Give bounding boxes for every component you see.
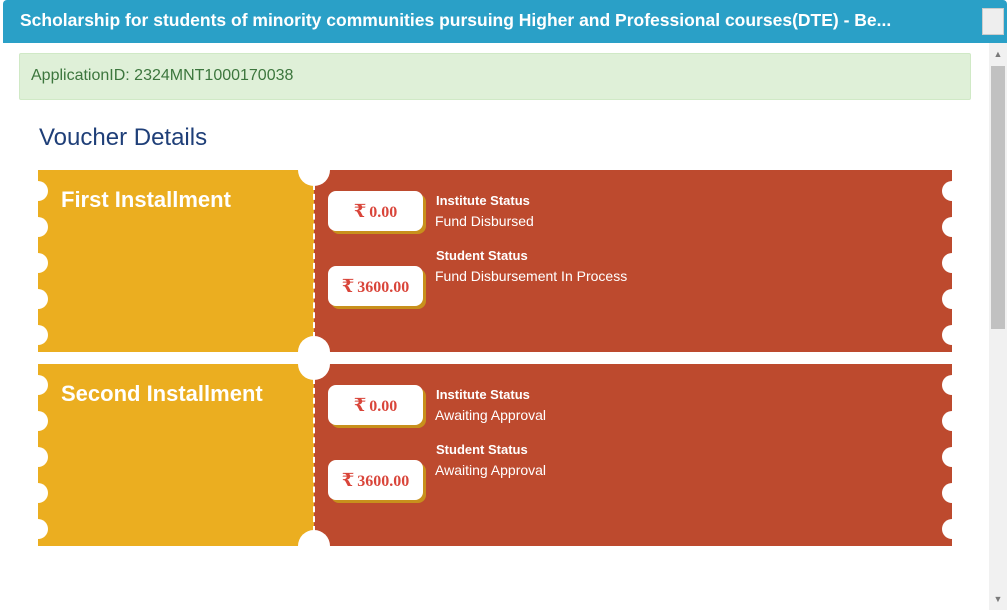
institute-status-value: Awaiting Approval — [435, 407, 547, 423]
scallop — [942, 375, 962, 395]
institute-status-label: Institute Status — [436, 387, 530, 402]
voucher-notch-top — [298, 348, 330, 380]
scallop — [28, 325, 48, 345]
institute-amount: 0.00 — [369, 398, 398, 415]
student-status-label: Student Status — [436, 442, 528, 457]
voucher-card-first-installment: First Installment ₹0.00 Institute Status… — [28, 154, 962, 368]
perforation-divider — [313, 378, 315, 532]
scallop — [942, 217, 962, 237]
rupee-icon: ₹ — [341, 470, 355, 490]
rupee-icon: ₹ — [353, 395, 367, 415]
scallop — [28, 253, 48, 273]
modal-header: Scholarship for students of minority com… — [3, 0, 1007, 43]
scallop — [942, 289, 962, 309]
institute-status-value: Fund Disbursed — [435, 213, 534, 229]
scallop — [942, 181, 962, 201]
institute-amount-badge: ₹0.00 — [328, 191, 423, 231]
student-status-value: Awaiting Approval — [435, 462, 547, 478]
voucher-details-heading: Voucher Details — [39, 124, 208, 151]
close-button[interactable] — [982, 8, 1004, 35]
institute-amount-badge: ₹0.00 — [328, 385, 423, 425]
student-status-value: Fund Disbursement In Process — [435, 268, 628, 284]
scallop — [942, 447, 962, 467]
rupee-icon: ₹ — [353, 201, 367, 221]
rupee-icon: ₹ — [341, 276, 355, 296]
scallop — [28, 411, 48, 431]
installment-title: Second Installment — [61, 381, 263, 406]
institute-status-label: Institute Status — [436, 193, 530, 208]
voucher-notch-bottom — [298, 530, 330, 562]
application-id-alert: ApplicationID: 2324MNT1000170038 — [19, 53, 971, 100]
scallop — [28, 447, 48, 467]
scallop — [28, 519, 48, 539]
scallop — [28, 375, 48, 395]
scallop — [28, 483, 48, 503]
student-amount-badge: ₹3600.00 — [328, 266, 423, 306]
student-amount: 3600.00 — [357, 473, 410, 490]
scroll-up-arrow-icon[interactable]: ▲ — [993, 49, 1003, 59]
scroll-down-arrow-icon[interactable]: ▼ — [993, 594, 1003, 604]
scallop — [942, 519, 962, 539]
scallop — [942, 253, 962, 273]
voucher-notch-top — [298, 154, 330, 186]
scallop — [942, 325, 962, 345]
scallop — [942, 411, 962, 431]
modal-title: Scholarship for students of minority com… — [20, 10, 892, 30]
perforation-divider — [313, 184, 315, 338]
scallop — [28, 289, 48, 309]
vertical-scrollbar[interactable]: ▲ ▼ — [989, 43, 1007, 610]
institute-amount: 0.00 — [369, 204, 398, 221]
student-status-label: Student Status — [436, 248, 528, 263]
voucher-card-second-installment: Second Installment ₹0.00 Institute Statu… — [28, 348, 962, 562]
student-amount-badge: ₹3600.00 — [328, 460, 423, 500]
scrollbar-thumb[interactable] — [991, 66, 1005, 329]
student-amount: 3600.00 — [357, 279, 410, 296]
scallop — [942, 483, 962, 503]
scallop — [28, 181, 48, 201]
application-id-text: ApplicationID: 2324MNT1000170038 — [31, 67, 294, 84]
scallop — [28, 217, 48, 237]
installment-title: First Installment — [61, 187, 231, 212]
